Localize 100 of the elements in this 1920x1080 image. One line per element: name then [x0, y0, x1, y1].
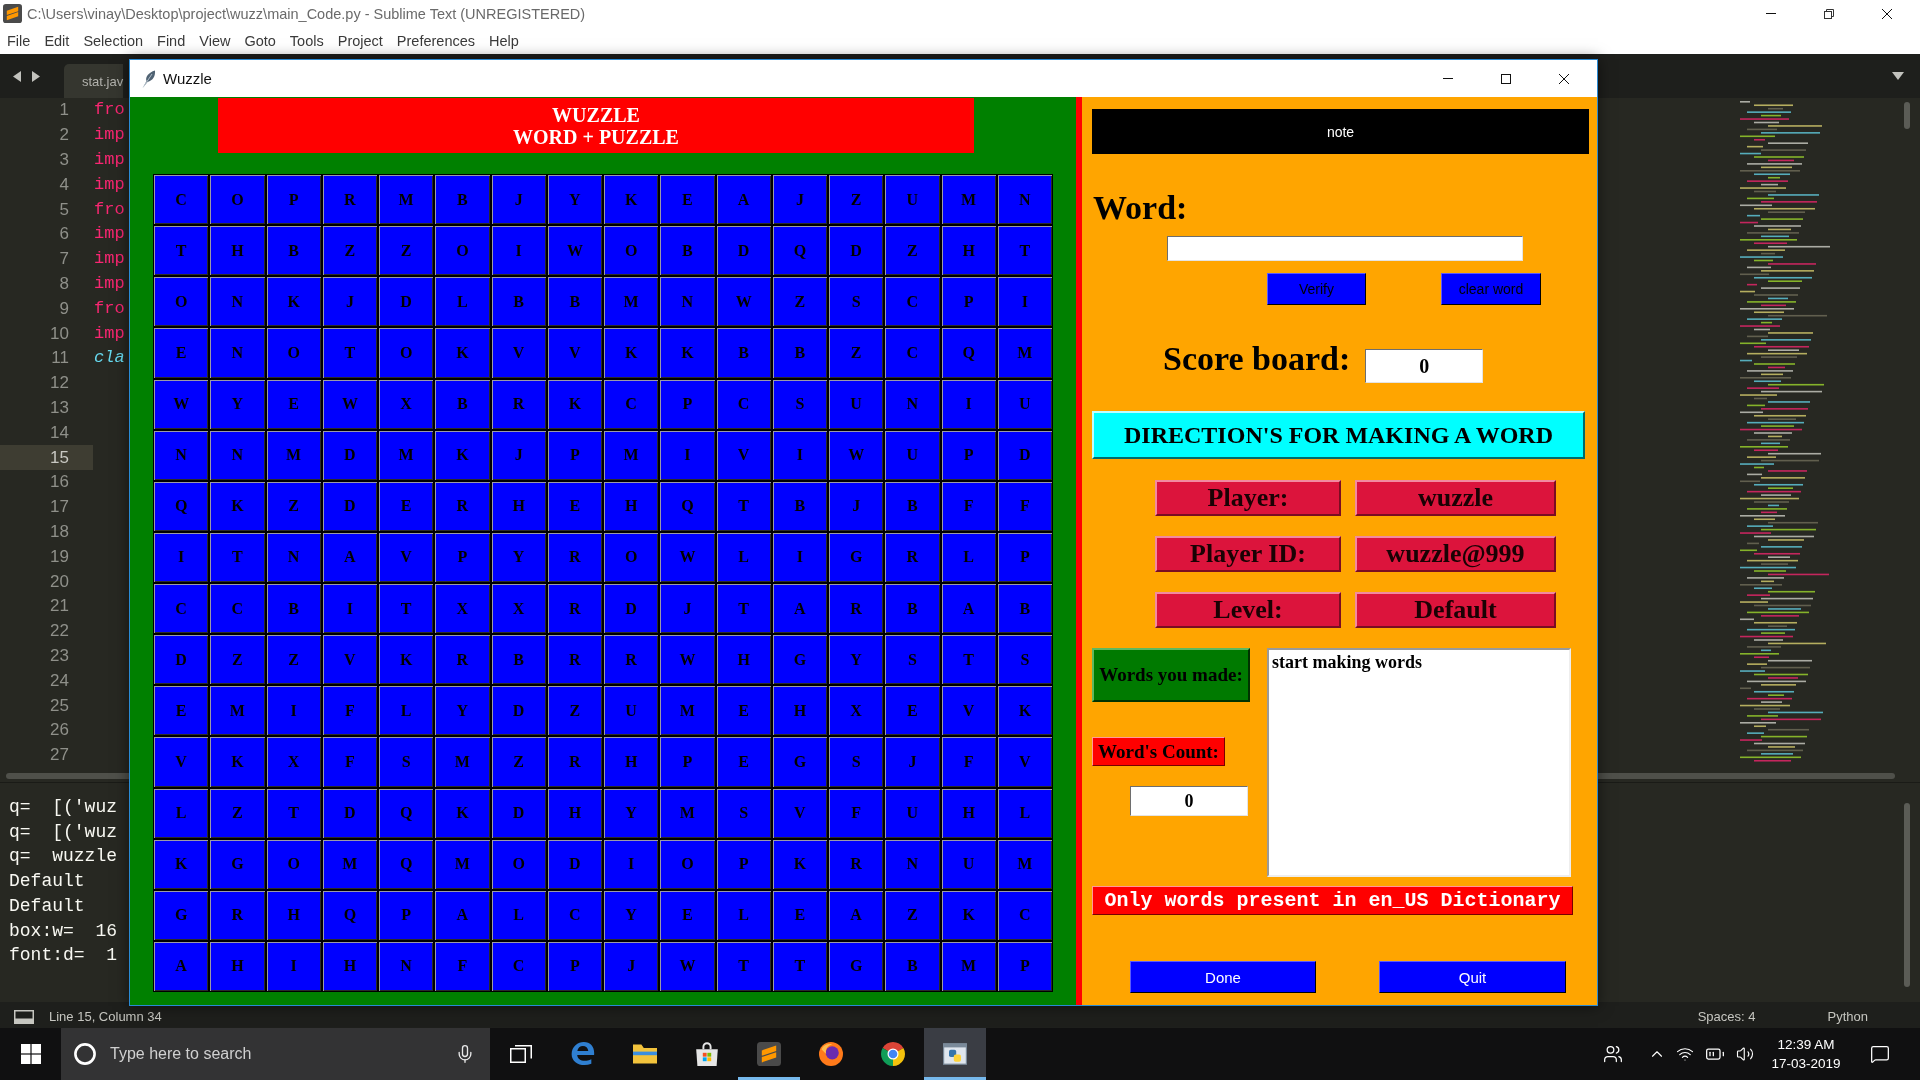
letter-tile[interactable]: D — [603, 583, 660, 635]
globe-logo-icon[interactable] — [819, 1042, 843, 1066]
letter-tile[interactable]: F — [321, 736, 378, 788]
letter-tile[interactable]: V — [940, 685, 997, 737]
letter-tile[interactable]: I — [659, 429, 716, 481]
letter-tile[interactable]: K — [378, 634, 435, 686]
letter-tile[interactable]: R — [434, 480, 491, 532]
letter-tile[interactable]: Z — [209, 634, 266, 686]
letter-tile[interactable]: E — [771, 889, 828, 941]
letter-tile[interactable]: D — [828, 225, 885, 277]
letter-tile[interactable]: C — [209, 583, 266, 635]
menu-item[interactable]: View — [192, 30, 238, 51]
letter-tile[interactable]: P — [659, 378, 716, 430]
letter-tile[interactable]: R — [490, 378, 547, 430]
directions-button[interactable]: DIRECTION'S FOR MAKING A WORD — [1092, 411, 1585, 459]
letter-tile[interactable]: T — [771, 940, 828, 992]
letter-tile[interactable]: M — [378, 174, 435, 226]
letter-tile[interactable]: E — [153, 327, 210, 379]
letter-tile[interactable]: N — [659, 276, 716, 328]
clock-time[interactable]: 12:39 AM — [1777, 1035, 1835, 1054]
letter-tile[interactable]: C — [490, 940, 547, 992]
letter-tile[interactable]: L — [996, 787, 1053, 839]
letter-tile[interactable]: Q — [378, 787, 435, 839]
letter-tile[interactable]: P — [265, 174, 322, 226]
letter-tile[interactable]: M — [265, 429, 322, 481]
letter-tile[interactable]: I — [940, 378, 997, 430]
letter-tile[interactable]: K — [434, 787, 491, 839]
menu-item[interactable]: Help — [482, 30, 526, 51]
letter-tile[interactable]: O — [434, 225, 491, 277]
letter-tile[interactable]: R — [546, 531, 603, 583]
letter-tile[interactable]: H — [715, 634, 772, 686]
letter-tile[interactable]: Q — [659, 480, 716, 532]
letter-tile[interactable]: E — [715, 736, 772, 788]
letter-tile[interactable]: Y — [434, 685, 491, 737]
letter-tile[interactable]: G — [828, 940, 885, 992]
letter-tile[interactable]: O — [209, 174, 266, 226]
letter-tile[interactable]: D — [321, 787, 378, 839]
letter-tile[interactable]: C — [153, 174, 210, 226]
letter-tile[interactable]: L — [715, 531, 772, 583]
letter-tile[interactable]: N — [265, 531, 322, 583]
letter-tile[interactable]: O — [490, 838, 547, 890]
letter-tile[interactable]: P — [996, 940, 1053, 992]
maximize-icon[interactable] — [1501, 73, 1511, 84]
letter-tile[interactable]: H — [209, 940, 266, 992]
letter-tile[interactable]: M — [659, 787, 716, 839]
letter-tile[interactable]: E — [715, 685, 772, 737]
letter-tile[interactable]: I — [771, 429, 828, 481]
letter-tile[interactable]: D — [153, 634, 210, 686]
letter-tile[interactable]: P — [434, 531, 491, 583]
letter-tile[interactable]: B — [771, 327, 828, 379]
letter-tile[interactable]: X — [828, 685, 885, 737]
letter-tile[interactable]: F — [996, 480, 1053, 532]
letter-tile[interactable]: R — [546, 583, 603, 635]
letter-tile[interactable]: V — [378, 531, 435, 583]
letter-tile[interactable]: O — [378, 327, 435, 379]
letter-tile[interactable]: E — [884, 685, 941, 737]
letter-tile[interactable]: M — [378, 429, 435, 481]
letter-tile[interactable]: I — [265, 940, 322, 992]
letter-tile[interactable]: W — [546, 225, 603, 277]
shopping-bag-icon[interactable] — [695, 1042, 719, 1066]
letter-tile[interactable]: E — [546, 480, 603, 532]
panel-icon[interactable] — [14, 1009, 34, 1024]
letter-tile[interactable]: M — [321, 838, 378, 890]
letter-tile[interactable]: U — [996, 378, 1053, 430]
letter-tile[interactable]: S — [715, 787, 772, 839]
letter-tile[interactable]: V — [321, 634, 378, 686]
letter-tile[interactable]: B — [434, 378, 491, 430]
letter-tile[interactable]: L — [715, 889, 772, 941]
taskbar-app-button[interactable] — [924, 1028, 986, 1080]
letter-tile[interactable]: Y — [490, 531, 547, 583]
letter-tile[interactable]: O — [603, 531, 660, 583]
letter-tile[interactable]: Z — [209, 787, 266, 839]
task-view-icon[interactable] — [510, 1045, 532, 1063]
volume-icon[interactable] — [1736, 1045, 1754, 1063]
letter-tile[interactable]: M — [603, 429, 660, 481]
letter-tile[interactable]: F — [434, 940, 491, 992]
letter-tile[interactable]: Z — [771, 276, 828, 328]
letter-tile[interactable]: I — [153, 531, 210, 583]
letter-tile[interactable]: S — [378, 736, 435, 788]
letter-tile[interactable]: I — [996, 276, 1053, 328]
people-icon[interactable] — [1603, 1044, 1623, 1064]
letter-tile[interactable]: D — [490, 685, 547, 737]
letter-tile[interactable]: D — [715, 225, 772, 277]
letter-tile[interactable]: J — [659, 583, 716, 635]
letter-tile[interactable]: U — [828, 378, 885, 430]
letter-tile[interactable]: B — [490, 634, 547, 686]
letter-tile[interactable]: I — [603, 838, 660, 890]
letter-tile[interactable]: K — [603, 327, 660, 379]
menu-item[interactable]: Find — [150, 30, 193, 51]
letter-tile[interactable]: F — [321, 685, 378, 737]
letter-tile[interactable]: C — [996, 889, 1053, 941]
left-triangle-icon[interactable] — [13, 70, 21, 82]
letter-tile[interactable]: V — [771, 787, 828, 839]
letter-tile[interactable]: B — [659, 225, 716, 277]
letter-tile[interactable]: B — [884, 940, 941, 992]
letter-tile[interactable]: U — [884, 429, 941, 481]
letter-tile[interactable]: Q — [153, 480, 210, 532]
letter-tile[interactable]: R — [434, 634, 491, 686]
letter-tile[interactable]: B — [715, 327, 772, 379]
letter-tile[interactable]: R — [321, 174, 378, 226]
